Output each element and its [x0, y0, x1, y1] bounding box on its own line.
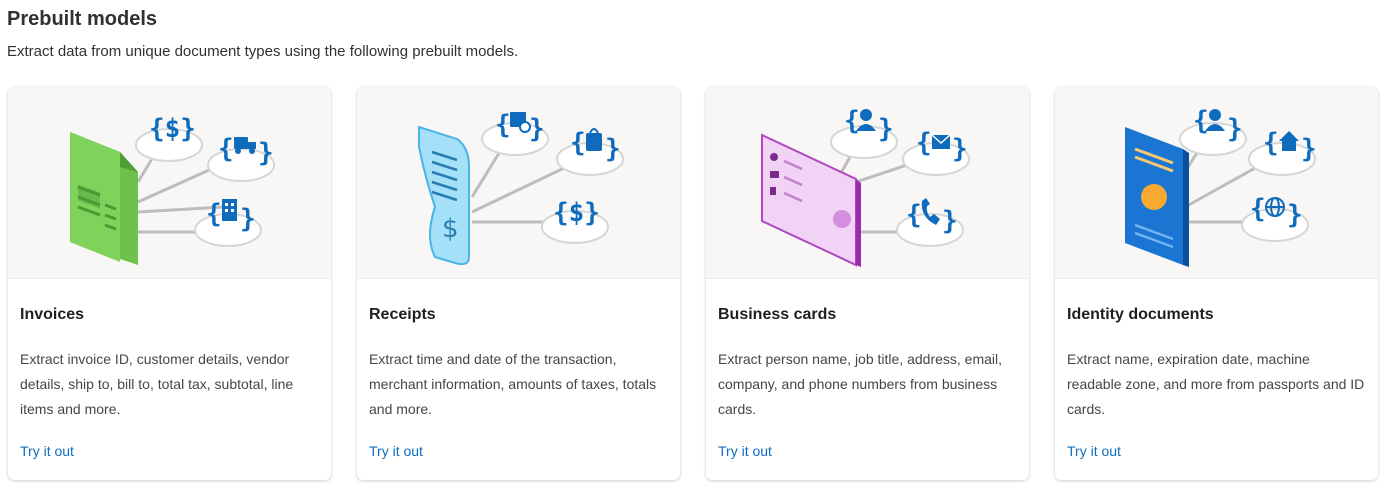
- svg-text:{: {: [916, 128, 932, 158]
- card-title: Identity documents: [1067, 306, 1214, 323]
- try-it-out-link[interactable]: Try it out: [1067, 443, 1121, 459]
- svg-text:{: {: [1250, 194, 1266, 224]
- business-card-illustration: { } { } { }: [706, 87, 1029, 279]
- svg-text:}: }: [605, 134, 621, 164]
- card-description: Extract invoice ID, customer details, ve…: [20, 351, 294, 417]
- svg-text:{: {: [570, 128, 586, 158]
- dollar-icon: {$}: [553, 198, 600, 228]
- svg-text:}: }: [878, 114, 894, 144]
- svg-text:{: {: [844, 106, 860, 136]
- page-title: Prebuilt models: [7, 8, 158, 30]
- receipt-icon: $: [418, 125, 470, 266]
- card-title: Business cards: [718, 306, 837, 323]
- svg-text:{: {: [906, 200, 922, 230]
- svg-text:}: }: [1301, 134, 1317, 164]
- card-title: Invoices: [20, 306, 85, 323]
- invoice-document-illustration: {$} { } { }: [8, 87, 331, 279]
- svg-text:{: {: [218, 134, 234, 164]
- dollar-icon: {$}: [149, 114, 196, 144]
- identity-documents-card[interactable]: { } { } { } Identity documents Extract n…: [1055, 87, 1378, 480]
- svg-text:{: {: [1263, 128, 1279, 158]
- try-it-out-link[interactable]: Try it out: [20, 443, 74, 459]
- svg-text:}: }: [240, 204, 256, 234]
- invoice-document-icon: [70, 132, 138, 265]
- page-subtitle: Extract data from unique document types …: [7, 43, 519, 60]
- prebuilt-model-cards: {$} { } { } Invoices Extract invoice ID,…: [8, 87, 1378, 480]
- receipts-card[interactable]: $ { } { } {$} Receipts Extract time and …: [357, 87, 680, 480]
- invoices-card[interactable]: {$} { } { } Invoices Extract invoice ID,…: [8, 87, 331, 480]
- try-it-out-link[interactable]: Try it out: [718, 443, 772, 459]
- page-header: Prebuilt models Extract data from unique…: [7, 6, 518, 62]
- svg-text:}: }: [1287, 200, 1303, 230]
- svg-text:}: }: [952, 134, 968, 164]
- card-description: Extract person name, job title, address,…: [718, 351, 1003, 417]
- svg-text:}: }: [258, 138, 274, 168]
- svg-text:$: $: [442, 214, 459, 244]
- passport-icon: [1125, 127, 1189, 267]
- card-description: Extract name, expiration date, machine r…: [1067, 351, 1365, 417]
- receipt-illustration: $ { } { } {$}: [357, 87, 680, 279]
- svg-text:}: }: [942, 206, 958, 236]
- svg-text:{: {: [1193, 106, 1209, 136]
- card-description: Extract time and date of the transaction…: [369, 351, 657, 417]
- card-title: Receipts: [369, 306, 436, 323]
- business-cards-card[interactable]: { } { } { } Business cards Extract perso…: [706, 87, 1029, 480]
- try-it-out-link[interactable]: Try it out: [369, 443, 423, 459]
- svg-text:{: {: [206, 199, 222, 229]
- svg-text:}: }: [1227, 114, 1243, 144]
- svg-text:}: }: [529, 114, 545, 144]
- svg-text:{: {: [495, 110, 511, 140]
- passport-illustration: { } { } { }: [1055, 87, 1378, 279]
- svg-text:{$}: {$}: [553, 198, 600, 228]
- svg-text:{$}: {$}: [149, 114, 196, 144]
